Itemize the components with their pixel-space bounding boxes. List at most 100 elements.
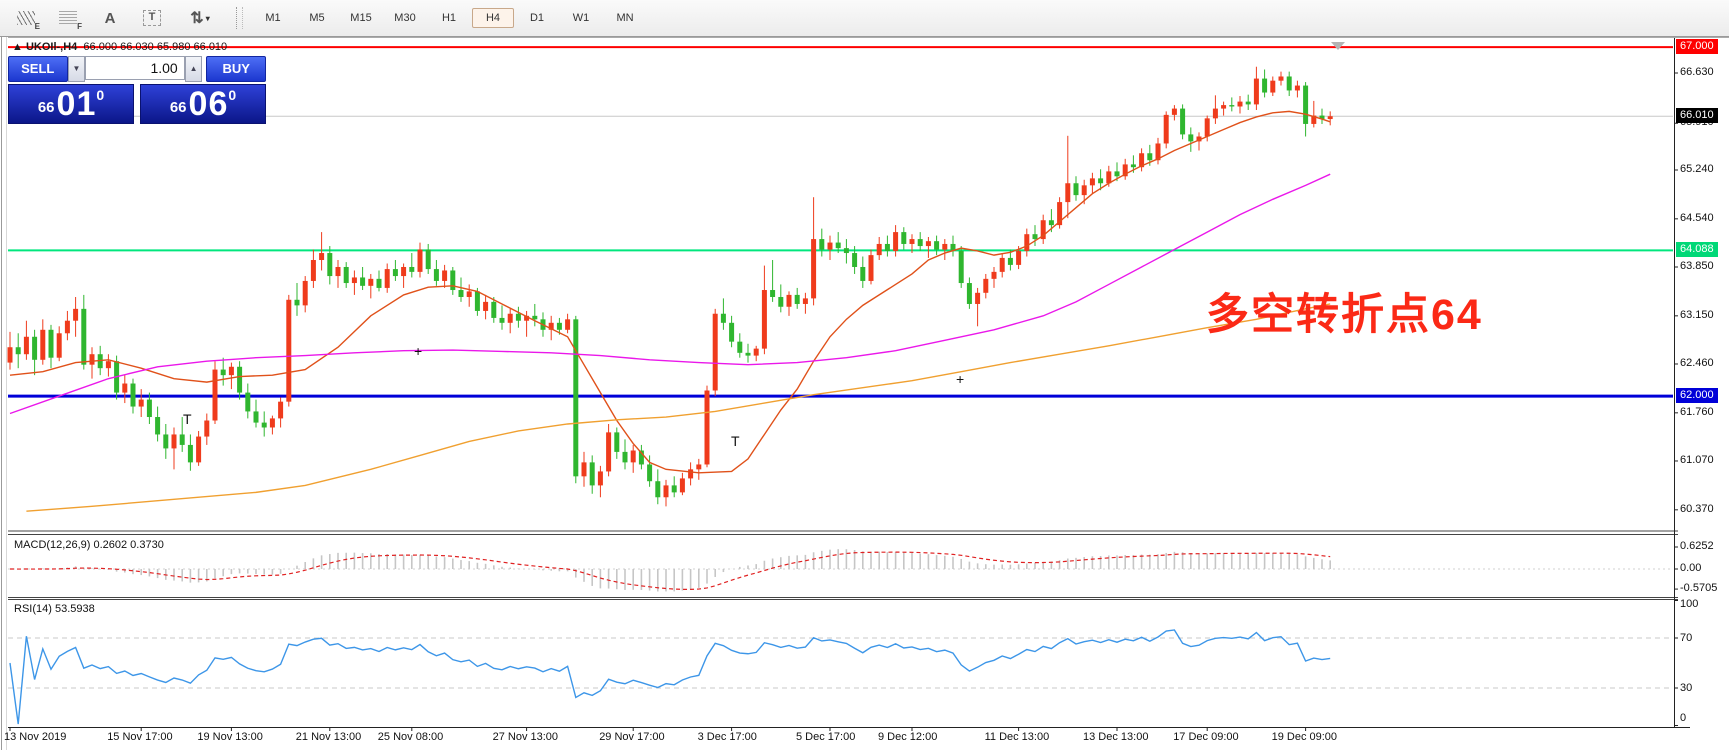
candle-body <box>1163 114 1169 144</box>
candle-body <box>155 417 161 435</box>
text-label-icon[interactable]: T <box>136 4 168 32</box>
candle-body <box>360 277 366 286</box>
candle-body <box>802 298 808 304</box>
timeframe-button-mn[interactable]: MN <box>604 8 646 28</box>
candle-body <box>696 464 702 470</box>
ma-medium-line <box>9 173 1331 415</box>
sell-price-panel[interactable]: 66 01 0 <box>8 84 134 124</box>
macd-signal-line <box>9 551 1331 590</box>
candle-body <box>901 232 907 244</box>
candle-body <box>1294 85 1300 91</box>
candle-body <box>606 432 612 472</box>
time-tick-label: 13 Dec 13:00 <box>1083 731 1149 743</box>
price-tick-label: 61.760 <box>1680 405 1714 418</box>
timeframe-button-h1[interactable]: H1 <box>428 8 470 28</box>
candle-body <box>64 320 70 334</box>
candle-body <box>1229 105 1235 107</box>
price-tick-label: 63.150 <box>1680 308 1714 321</box>
candle-body <box>384 269 390 288</box>
candle-body <box>1016 250 1022 265</box>
timeframe-button-d1[interactable]: D1 <box>516 8 558 28</box>
buy-button[interactable]: BUY <box>206 56 266 82</box>
candle-body <box>491 301 497 318</box>
time-tick-label: 21 Nov 13:00 <box>295 731 362 743</box>
volume-decrease-button[interactable]: ▼ <box>67 56 86 82</box>
candle-body <box>893 232 899 251</box>
indicators-icon[interactable]: E <box>10 4 42 32</box>
sell-button[interactable]: SELL <box>8 56 68 82</box>
rsi-tick-label: 0 <box>1680 712 1687 724</box>
candle-body <box>278 401 284 419</box>
candle-body <box>1270 80 1276 93</box>
candle-body <box>89 354 95 365</box>
chart-annotation-text[interactable]: 多空转折点64 <box>1206 280 1483 342</box>
price-badge: 67.000 <box>1676 39 1718 55</box>
sort-arrows-icon[interactable]: ⇅ ▾ <box>178 4 222 32</box>
macd-tick-label: -0.5705 <box>1680 582 1718 595</box>
timeframe-button-m5[interactable]: M5 <box>296 8 338 28</box>
price-tick-label: 62.460 <box>1680 356 1714 369</box>
time-tick-label: 19 Dec 09:00 <box>1271 731 1338 743</box>
candle-body <box>1130 164 1136 168</box>
timeframe-button-m30[interactable]: M30 <box>384 8 426 28</box>
candle-body <box>819 239 825 250</box>
candle-body <box>48 329 54 358</box>
candle-body <box>351 277 357 284</box>
candle-body <box>786 294 792 307</box>
candle-body <box>614 432 620 452</box>
candle-body <box>163 434 169 449</box>
candle-body <box>294 299 300 306</box>
chart-mark: T <box>731 433 740 449</box>
candle-body <box>122 383 128 393</box>
candle-body <box>794 294 800 304</box>
candle-body <box>917 239 923 247</box>
sub-e: E <box>34 22 40 31</box>
font-icon[interactable]: A <box>94 4 126 32</box>
toolbar-separator <box>236 7 243 29</box>
candle-body <box>376 278 382 288</box>
candle-body <box>663 485 669 498</box>
candle-body <box>1073 183 1079 196</box>
time-tick-label: 17 Dec 09:00 <box>1173 731 1239 743</box>
candle-body <box>417 249 423 272</box>
candle-body <box>827 242 833 250</box>
candle-body <box>228 366 234 376</box>
candle-body <box>991 271 997 279</box>
candle-body <box>712 313 718 391</box>
candle-body <box>335 266 341 277</box>
collapse-triangle-icon[interactable]: ▲ <box>12 41 23 53</box>
rsi-tick-label: 100 <box>1680 598 1699 610</box>
candle-body <box>671 485 677 493</box>
fractals-grid-icon[interactable]: F <box>52 4 84 32</box>
price-tick-label: 63.850 <box>1680 259 1714 272</box>
time-tick-label: 5 Dec 17:00 <box>796 731 856 743</box>
price-tick-label: 65.240 <box>1680 162 1714 175</box>
buy-price-panel[interactable]: 66 06 0 <box>140 84 266 124</box>
candle-body <box>852 253 858 267</box>
timeframe-button-w1[interactable]: W1 <box>560 8 602 28</box>
candle-body <box>458 290 464 297</box>
candle-body <box>1180 108 1186 135</box>
candle-body <box>73 308 79 321</box>
candle-body <box>811 239 817 299</box>
sub-f: F <box>77 22 82 31</box>
candle-body <box>761 290 767 349</box>
candle-body <box>556 322 562 330</box>
hatch-glyph <box>17 11 35 25</box>
volume-input[interactable]: 1.00 <box>85 56 185 80</box>
candle-body <box>532 315 538 320</box>
candle-body <box>425 249 431 270</box>
candle-body <box>909 239 915 244</box>
timeframe-button-h4[interactable]: H4 <box>472 8 514 28</box>
chart-shift-triangle-icon <box>1331 42 1345 50</box>
timeframe-button-m1[interactable]: M1 <box>252 8 294 28</box>
candle-body <box>835 242 841 249</box>
timeframe-button-m15[interactable]: M15 <box>340 8 382 28</box>
chart-mark: + <box>414 343 422 359</box>
mt4-window: T + T + E F A T ⇅ ▾ M1 M5 M15 M30 H1 H4 D1 W1 MN ▲ U… <box>0 0 1729 750</box>
volume-increase-button[interactable]: ▲ <box>184 56 203 82</box>
dots-glyph <box>59 11 77 25</box>
candle-body <box>589 462 595 486</box>
candle-body <box>483 301 489 311</box>
rsi-line <box>9 629 1331 725</box>
